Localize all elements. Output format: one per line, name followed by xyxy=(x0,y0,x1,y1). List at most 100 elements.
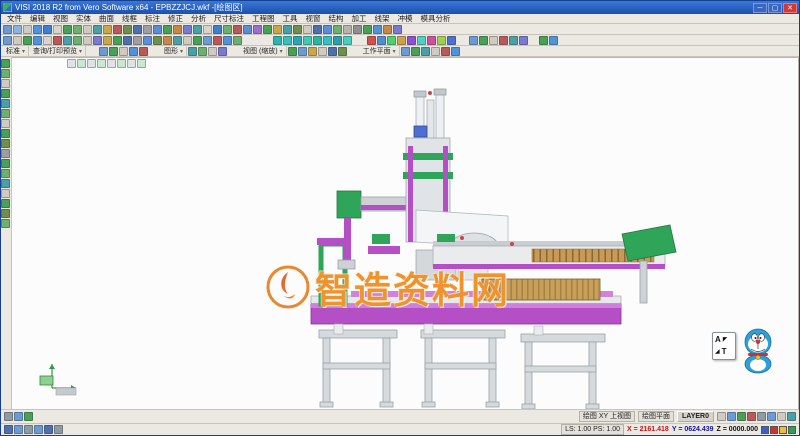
solid-tool-icon[interactable] xyxy=(397,36,406,45)
toolbar-icon[interactable] xyxy=(273,25,282,34)
toolbar-icon[interactable] xyxy=(113,25,122,34)
solid-tool-icon[interactable] xyxy=(437,36,446,45)
menu-item[interactable]: 尺寸标注 xyxy=(210,14,248,24)
toolbar-icon[interactable] xyxy=(193,25,202,34)
orientation-widget[interactable]: A◤ ◢T xyxy=(712,332,736,360)
toolbar-icon[interactable] xyxy=(123,36,132,45)
status-icon[interactable] xyxy=(54,425,63,434)
tab-view-zoom[interactable]: 视图 (缩放) xyxy=(240,46,287,56)
toolbar-icon[interactable] xyxy=(308,47,317,56)
menu-item[interactable]: 结构 xyxy=(325,14,348,24)
toolbar-icon[interactable] xyxy=(193,36,202,45)
status-icon[interactable] xyxy=(737,412,746,421)
solid-tool-icon[interactable] xyxy=(447,36,456,45)
toolbar-icon[interactable] xyxy=(203,36,212,45)
toolbar-icon[interactable] xyxy=(421,47,430,56)
toolbar-icon[interactable] xyxy=(313,25,322,34)
toolbar-icon[interactable] xyxy=(33,25,42,34)
solid-tool-icon[interactable] xyxy=(387,36,396,45)
toolbar-icon[interactable] xyxy=(243,25,252,34)
toolbar-icon[interactable] xyxy=(293,25,302,34)
toolbar-icon[interactable] xyxy=(119,47,128,56)
toolbar-icon[interactable] xyxy=(188,47,197,56)
toolbar-icon[interactable] xyxy=(288,47,297,56)
sidebar-tool-icon[interactable] xyxy=(1,179,10,188)
toolbar-icon[interactable] xyxy=(133,36,142,45)
toolbar-icon[interactable] xyxy=(451,47,460,56)
toolbar-icon[interactable] xyxy=(153,36,162,45)
toolbar-icon[interactable] xyxy=(163,36,172,45)
toolbar-icon[interactable] xyxy=(233,25,242,34)
toolbar-icon[interactable] xyxy=(318,47,327,56)
solid-tool-icon[interactable] xyxy=(367,36,376,45)
drawing-plane-label[interactable]: 绘图平面 xyxy=(638,411,674,422)
view-orientation-icon[interactable] xyxy=(77,59,86,68)
toolbar-icon[interactable] xyxy=(383,25,392,34)
toolbar-icon[interactable] xyxy=(3,36,12,45)
status-icon[interactable] xyxy=(34,425,43,434)
toolbar-icon[interactable] xyxy=(343,25,352,34)
toolbar-icon[interactable] xyxy=(93,25,102,34)
status-icon[interactable] xyxy=(747,412,756,421)
status-icon[interactable] xyxy=(14,412,23,421)
toolbar-icon[interactable] xyxy=(253,25,262,34)
surface-tool-icon[interactable] xyxy=(283,36,292,45)
toolbar-icon[interactable] xyxy=(173,36,182,45)
toolbar-icon[interactable] xyxy=(23,36,32,45)
tab-graphics[interactable]: 图形 xyxy=(161,46,187,56)
status-icon[interactable] xyxy=(787,412,796,421)
sidebar-tool-icon[interactable] xyxy=(1,59,10,68)
toolbar-icon[interactable] xyxy=(113,36,122,45)
toolbar-icon[interactable] xyxy=(133,25,142,34)
status-icon[interactable] xyxy=(717,412,726,421)
toolbar-icon[interactable] xyxy=(373,25,382,34)
menu-item[interactable]: 分析 xyxy=(187,14,210,24)
toolbar-icon[interactable] xyxy=(153,25,162,34)
sidebar-tool-icon[interactable] xyxy=(1,69,10,78)
toolbar-icon[interactable] xyxy=(489,36,498,45)
toolbar-icon[interactable] xyxy=(441,47,450,56)
menu-item[interactable]: 模具分析 xyxy=(417,14,455,24)
toolbar-icon[interactable] xyxy=(43,36,52,45)
toolbar-icon[interactable] xyxy=(63,25,72,34)
status-color-indicator[interactable] xyxy=(761,426,769,434)
toolbar-icon[interactable] xyxy=(393,25,402,34)
menu-item[interactable]: 曲面 xyxy=(95,14,118,24)
toolbar-icon[interactable] xyxy=(469,36,478,45)
sidebar-tool-icon[interactable] xyxy=(1,199,10,208)
sidebar-tool-icon[interactable] xyxy=(1,119,10,128)
toolbar-icon[interactable] xyxy=(509,36,518,45)
sidebar-tool-icon[interactable] xyxy=(1,209,10,218)
sidebar-tool-icon[interactable] xyxy=(1,99,10,108)
toolbar-icon[interactable] xyxy=(13,36,22,45)
toolbar-icon[interactable] xyxy=(213,25,222,34)
menu-item[interactable]: 冲模 xyxy=(394,14,417,24)
toolbar-icon[interactable] xyxy=(198,47,207,56)
surface-tool-icon[interactable] xyxy=(333,36,342,45)
toolbar-icon[interactable] xyxy=(549,36,558,45)
toolbar-icon[interactable] xyxy=(328,47,337,56)
toolbar-icon[interactable] xyxy=(103,36,112,45)
tab-workplane[interactable]: 工作平面 xyxy=(360,46,400,56)
status-color-indicator[interactable] xyxy=(779,426,787,434)
toolbar-icon[interactable] xyxy=(73,36,82,45)
status-icon[interactable] xyxy=(4,412,13,421)
tab-standard[interactable]: 标准 xyxy=(3,46,29,56)
toolbar-icon[interactable] xyxy=(183,36,192,45)
view-orientation-icon[interactable] xyxy=(117,59,126,68)
menu-item[interactable]: 实体 xyxy=(72,14,95,24)
sidebar-tool-icon[interactable] xyxy=(1,139,10,148)
solid-tool-icon[interactable] xyxy=(377,36,386,45)
surface-tool-icon[interactable] xyxy=(313,36,322,45)
sidebar-tool-icon[interactable] xyxy=(1,189,10,198)
cad-model-3d[interactable] xyxy=(12,58,799,411)
toolbar-icon[interactable] xyxy=(183,25,192,34)
maximize-button[interactable]: ▢ xyxy=(768,3,782,13)
view-orientation-icon[interactable] xyxy=(97,59,106,68)
sidebar-tool-icon[interactable] xyxy=(1,129,10,138)
menu-item[interactable]: 线架 xyxy=(371,14,394,24)
toolbar-icon[interactable] xyxy=(323,25,332,34)
status-icon[interactable] xyxy=(727,412,736,421)
menu-item[interactable]: 工具 xyxy=(279,14,302,24)
menu-item[interactable]: 文件 xyxy=(3,14,26,24)
